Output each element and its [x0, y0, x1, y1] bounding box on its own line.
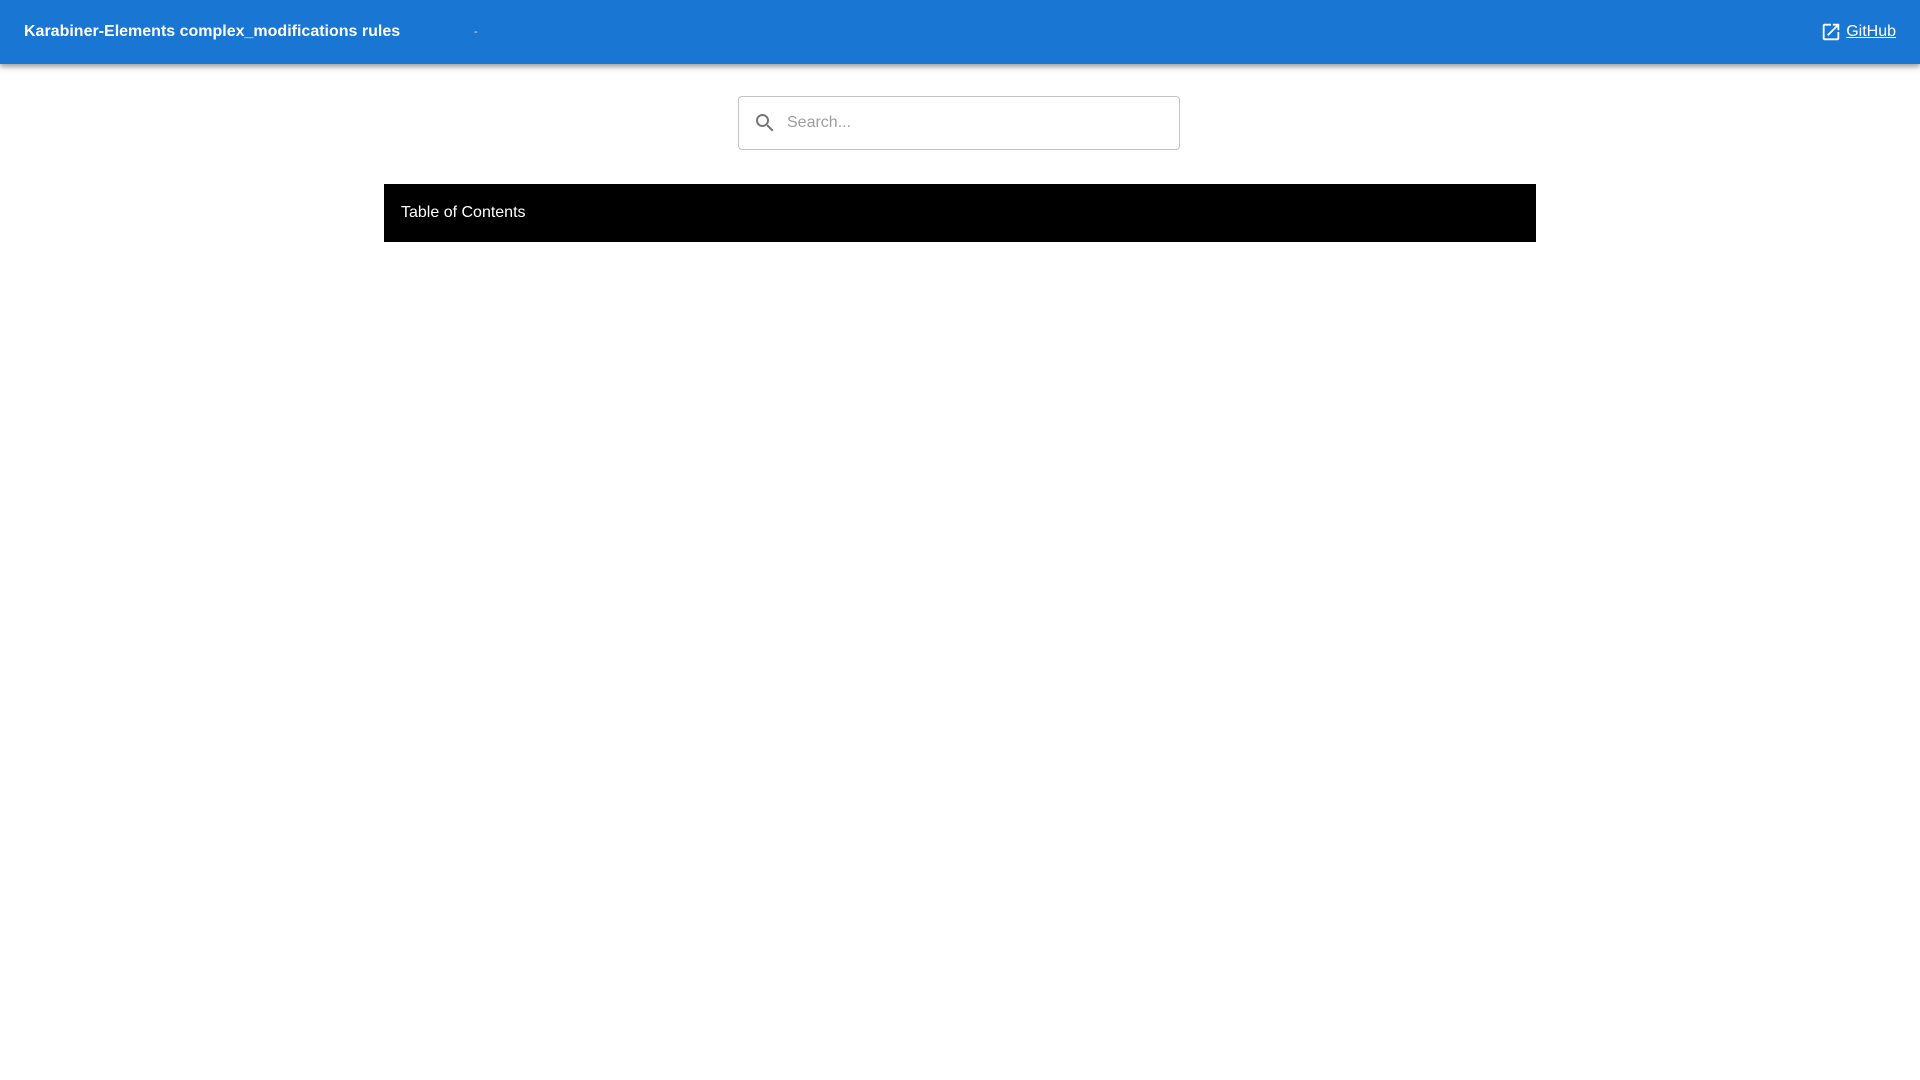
- table-of-contents-toggle[interactable]: Table of Contents: [384, 184, 1536, 242]
- page-title: Karabiner-Elements complex_modifications…: [24, 23, 401, 40]
- github-link-label: GitHub: [1846, 23, 1896, 40]
- github-link[interactable]: GitHub: [1820, 21, 1896, 43]
- search-icon: [753, 111, 777, 135]
- search-input[interactable]: [783, 97, 1173, 149]
- open-in-new-icon: [1820, 21, 1842, 43]
- search-field[interactable]: [738, 96, 1180, 150]
- table-of-contents-label: Table of Contents: [401, 204, 526, 221]
- app-bar: Karabiner-Elements complex_modifications…: [0, 0, 1920, 64]
- title-separator: -: [474, 26, 478, 38]
